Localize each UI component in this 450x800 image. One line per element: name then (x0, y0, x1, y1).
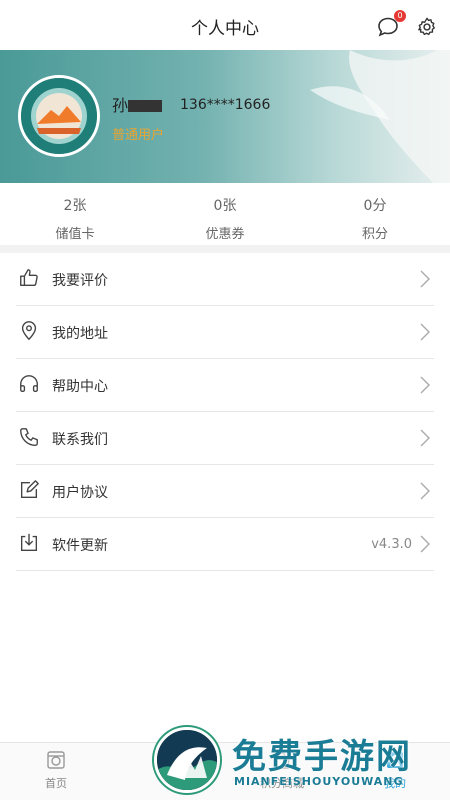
wave-logo-icon (157, 730, 217, 790)
stat-label: 优惠券 (205, 227, 245, 242)
stats-row: 2张 储值卡 0张 优惠券 0分 积分 (0, 183, 450, 245)
home-icon (47, 751, 65, 769)
stat-value: 0张 (213, 198, 237, 214)
username: 孙 (112, 96, 129, 115)
watermark-logo (154, 727, 220, 793)
menu-label: 用户协议 (52, 485, 108, 501)
menu-label: 我的地址 (52, 326, 108, 342)
stat-value: 2张 (63, 198, 87, 214)
avatar[interactable] (18, 75, 100, 157)
menu-item-address[interactable]: 我的地址 (16, 306, 434, 359)
lily-decoration (310, 50, 450, 183)
watermark: 免费手游网 MIANFEISHOUYOUWANG (150, 725, 450, 800)
chevron-right-icon (420, 323, 430, 341)
stat-label: 储值卡 (55, 227, 95, 242)
avatar-logo-icon (21, 78, 97, 154)
name-redaction (128, 100, 162, 112)
chevron-right-icon (420, 482, 430, 500)
headphones-icon (20, 375, 38, 393)
watermark-title: 免费手游网 (232, 737, 412, 777)
chevron-right-icon (420, 535, 430, 553)
tab-label: 首页 (45, 777, 67, 790)
stat-value: 0分 (363, 198, 387, 214)
menu-item-help[interactable]: 帮助中心 (16, 359, 434, 412)
menu-label: 帮助中心 (52, 379, 108, 395)
stat-coupons[interactable]: 0张 优惠券 (150, 183, 300, 245)
phone-number: 136****1666 (180, 97, 271, 113)
section-divider (0, 245, 450, 253)
menu-item-contact[interactable]: 联系我们 (16, 412, 434, 465)
app-version: v4.3.0 (371, 537, 412, 552)
chevron-right-icon (420, 376, 430, 394)
location-pin-icon (21, 321, 37, 341)
phone-icon (20, 428, 38, 446)
menu-item-update[interactable]: 软件更新 v4.3.0 (16, 518, 434, 571)
chevron-right-icon (420, 270, 430, 288)
menu-label: 我要评价 (52, 273, 108, 289)
menu-item-agreement[interactable]: 用户协议 (16, 465, 434, 518)
chevron-right-icon (420, 429, 430, 447)
stat-points[interactable]: 0分 积分 (300, 183, 450, 245)
menu-label: 软件更新 (52, 538, 108, 554)
gear-icon[interactable] (416, 16, 438, 38)
edit-icon (20, 480, 39, 499)
stat-label: 积分 (361, 227, 388, 242)
menu-label: 联系我们 (52, 432, 108, 448)
tab-home[interactable]: 首页 (11, 743, 101, 800)
thumbs-up-icon (20, 269, 38, 287)
user-level: 普通用户 (112, 128, 165, 143)
download-icon (20, 533, 38, 552)
header: 个人中心 0 (0, 0, 450, 50)
watermark-subtitle: MIANFEISHOUYOUWANG (234, 775, 404, 788)
message-badge: 0 (394, 10, 406, 22)
stat-stored-value-card[interactable]: 2张 储值卡 (0, 183, 150, 245)
menu-list: 我要评价 我的地址 帮助中心 联系我们 用户协议 软件更新 v4.3.0 (0, 253, 450, 571)
menu-item-review[interactable]: 我要评价 (16, 253, 434, 306)
profile-banner: 孙 136****1666 普通用户 (0, 50, 450, 183)
